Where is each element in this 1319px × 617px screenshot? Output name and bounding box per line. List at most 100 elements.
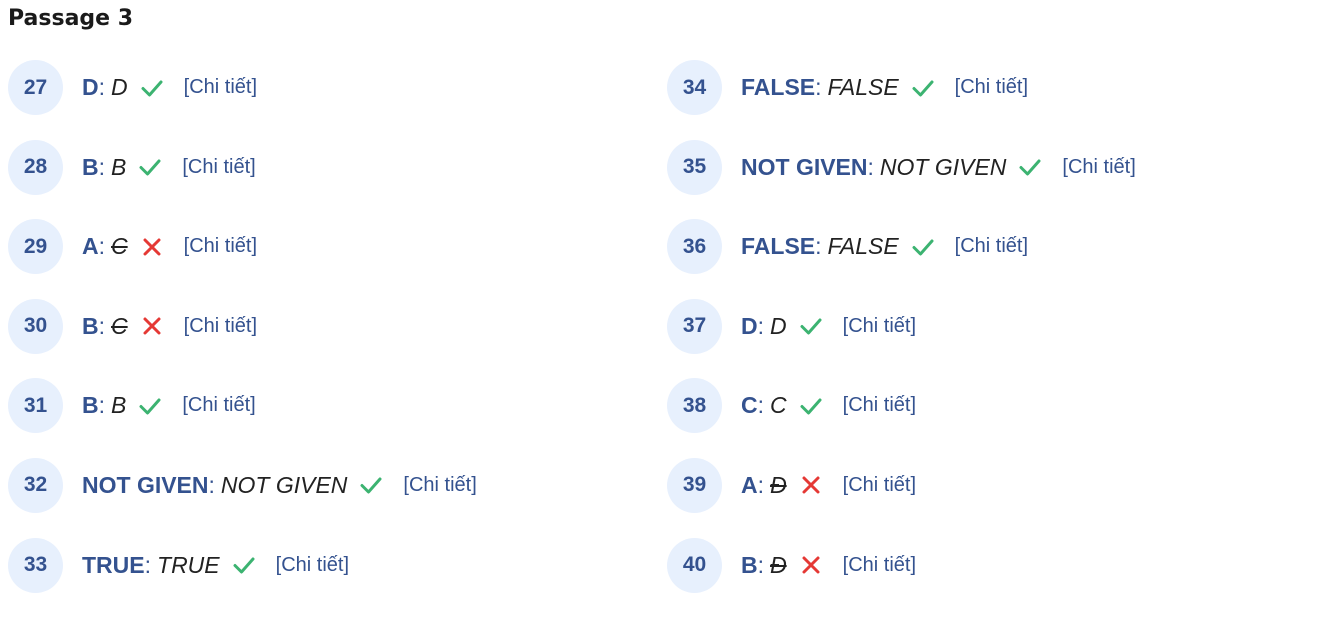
correct-answer: FALSE	[741, 74, 816, 100]
detail-link[interactable]: [Chi tiết]	[1062, 156, 1135, 179]
answer-row: 30 B: C [Chi tiết]	[8, 298, 648, 354]
user-answer: FALSE	[827, 233, 899, 260]
check-icon	[138, 394, 162, 418]
answer-text: B: B [Chi tiết]	[82, 392, 256, 419]
answer-row: 36 FALSE: FALSE [Chi tiết]	[667, 219, 1307, 275]
answer-separator: :	[98, 74, 106, 100]
detail-link[interactable]: [Chi tiết]	[843, 474, 916, 497]
answer-text: B: C [Chi tiết]	[82, 313, 257, 340]
check-icon	[1018, 155, 1042, 179]
check-icon	[359, 473, 383, 497]
detail-link[interactable]: [Chi tiết]	[184, 76, 257, 99]
answer-separator: :	[757, 551, 765, 578]
page-title: Passage 3	[8, 6, 134, 31]
correct-answer: B	[82, 312, 99, 339]
user-answer: C	[770, 392, 787, 419]
answer-text: FALSE: FALSE [Chi tiết]	[741, 74, 1028, 101]
answer-text: A: C [Chi tiết]	[82, 233, 257, 260]
answer-row: 37 D: D [Chi tiết]	[667, 298, 1307, 354]
correct-answer: NOT GIVEN	[741, 153, 868, 180]
answer-separator: :	[867, 153, 874, 180]
user-answer: D	[111, 74, 128, 100]
answer-row: 29 A: C [Chi tiết]	[8, 219, 648, 275]
correct-answer: A	[741, 471, 758, 498]
user-answer: C	[111, 312, 128, 339]
answer-row: 28 B: B [Chi tiết]	[8, 139, 648, 195]
question-number-badge: 35	[667, 139, 722, 195]
check-icon	[799, 314, 823, 338]
detail-link[interactable]: [Chi tiết]	[403, 474, 476, 497]
detail-link[interactable]: [Chi tiết]	[182, 394, 255, 417]
answer-text: D: D [Chi tiết]	[741, 313, 916, 340]
answer-text: NOT GIVEN: NOT GIVEN [Chi tiết]	[82, 472, 477, 499]
answer-row: 33 TRUE: TRUE [Chi tiết]	[8, 537, 648, 593]
check-icon	[799, 394, 823, 418]
question-number-badge: 29	[8, 219, 63, 275]
answer-row: 38 C: C [Chi tiết]	[667, 378, 1307, 434]
correct-answer: B	[82, 153, 99, 180]
question-number-badge: 33	[8, 537, 63, 593]
detail-link[interactable]: [Chi tiết]	[955, 235, 1028, 258]
user-answer: D	[770, 312, 787, 339]
answer-separator: :	[98, 153, 106, 180]
correct-answer: NOT GIVEN	[82, 471, 209, 498]
answer-separator: :	[815, 233, 822, 260]
question-number-badge: 36	[667, 219, 722, 275]
answer-text: D: D [Chi tiết]	[82, 74, 257, 101]
correct-answer: TRUE	[82, 551, 145, 578]
user-answer: Đ	[770, 551, 787, 578]
answer-separator: :	[208, 471, 215, 498]
question-number-badge: 38	[667, 378, 722, 434]
correct-answer: D	[82, 74, 99, 100]
user-answer: Đ	[770, 471, 787, 498]
answer-separator: :	[757, 471, 765, 498]
answer-separator: :	[98, 392, 106, 419]
answers-left-column: 27 D: D [Chi tiết] 28 B: B [Chi tiết] 29 A: C [Chi …	[8, 60, 648, 617]
correct-answer: D	[741, 312, 758, 339]
detail-link[interactable]: [Chi tiết]	[184, 235, 257, 258]
correct-answer: B	[741, 551, 758, 578]
detail-link[interactable]: [Chi tiết]	[843, 315, 916, 338]
question-number-badge: 37	[667, 298, 722, 354]
answer-text: C: C [Chi tiết]	[741, 392, 916, 419]
answer-row: 27 D: D [Chi tiết]	[8, 60, 648, 115]
question-number-badge: 31	[8, 378, 63, 434]
answer-row: 39 A: Đ [Chi tiết]	[667, 457, 1307, 513]
check-icon	[911, 235, 935, 259]
correct-answer: C	[741, 392, 758, 419]
detail-link[interactable]: [Chi tiết]	[276, 554, 349, 577]
answer-text: FALSE: FALSE [Chi tiết]	[741, 233, 1028, 260]
answer-text: NOT GIVEN: NOT GIVEN [Chi tiết]	[741, 154, 1136, 181]
question-number-badge: 30	[8, 298, 63, 354]
correct-answer: FALSE	[741, 233, 816, 260]
answer-separator: :	[98, 312, 106, 339]
question-number-badge: 39	[667, 457, 722, 513]
detail-link[interactable]: [Chi tiết]	[184, 315, 257, 338]
question-number-badge: 32	[8, 457, 63, 513]
answer-separator: :	[757, 312, 765, 339]
answer-separator: :	[98, 233, 106, 260]
detail-link[interactable]: [Chi tiết]	[843, 394, 916, 417]
cross-icon	[799, 473, 823, 497]
cross-icon	[140, 235, 164, 259]
answer-row: 32 NOT GIVEN: NOT GIVEN [Chi tiết]	[8, 457, 648, 513]
cross-icon	[140, 314, 164, 338]
detail-link[interactable]: [Chi tiết]	[182, 156, 255, 179]
answer-row: 34 FALSE: FALSE [Chi tiết]	[667, 60, 1307, 115]
question-number-badge: 27	[8, 60, 63, 115]
check-icon	[232, 553, 256, 577]
detail-link[interactable]: [Chi tiết]	[955, 76, 1028, 99]
check-icon	[911, 76, 935, 100]
user-answer: NOT GIVEN	[220, 471, 348, 498]
answer-separator: :	[757, 392, 765, 419]
answer-row: 31 B: B [Chi tiết]	[8, 378, 648, 434]
user-answer: C	[111, 233, 128, 260]
answers-right-column: 34 FALSE: FALSE [Chi tiết] 35 NOT GIVEN: NOT G…	[667, 60, 1307, 617]
detail-link[interactable]: [Chi tiết]	[843, 554, 916, 577]
question-number-badge: 28	[8, 139, 63, 195]
answer-separator: :	[815, 74, 822, 100]
user-answer: NOT GIVEN	[879, 153, 1007, 180]
user-answer: FALSE	[827, 74, 899, 100]
answer-row: 40 B: Đ [Chi tiết]	[667, 537, 1307, 593]
user-answer: B	[111, 392, 127, 419]
